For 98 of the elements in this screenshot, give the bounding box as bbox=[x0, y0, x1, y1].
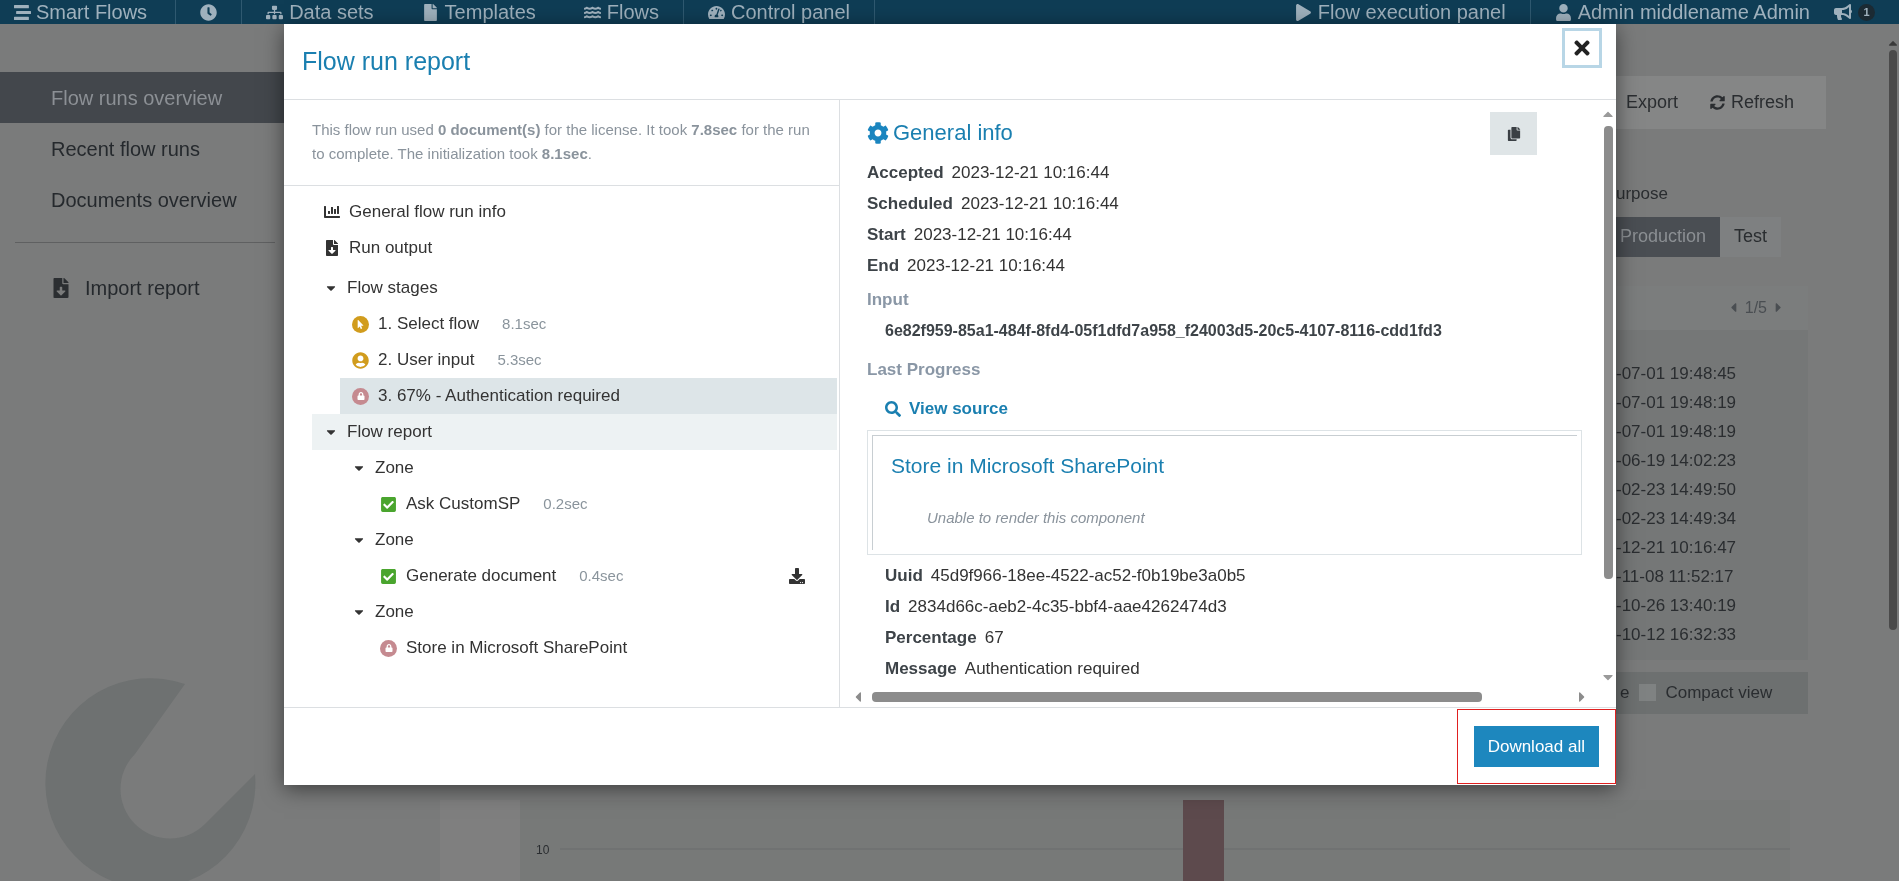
logo-icon bbox=[14, 3, 31, 21]
purpose-label: urpose bbox=[1616, 183, 1669, 205]
field-label: Uuid bbox=[885, 565, 923, 588]
megaphone-icon[interactable] bbox=[1834, 3, 1852, 21]
tree-item-label: 3. 67% - Authentication required bbox=[378, 385, 620, 408]
tree-item[interactable]: 3. 67% - Authentication required bbox=[340, 378, 837, 414]
tree-item-label: Ask CustomSP bbox=[406, 493, 521, 516]
table-cell-text: -07-01 19:48:19 bbox=[1616, 421, 1738, 444]
field-value: 45d9f966-18ee-4522-ac52-f0b19be3a0b5 bbox=[930, 565, 1246, 588]
table-cell-text: -11-08 11:52:17 bbox=[1616, 566, 1735, 589]
gauge-icon bbox=[708, 3, 725, 21]
field-label: Message bbox=[885, 658, 957, 681]
duration-text: 0.2sec bbox=[543, 493, 588, 514]
tree-item[interactable]: Zone bbox=[340, 594, 837, 630]
nav-link[interactable]: Data sets bbox=[289, 2, 374, 22]
component-title: Store in Microsoft SharePoint bbox=[891, 452, 1166, 479]
nav-link[interactable]: Control panel bbox=[731, 2, 850, 22]
tree-item-label: 1. Select flow bbox=[378, 313, 480, 336]
field-label: Scheduled bbox=[867, 192, 953, 215]
input-label: Input bbox=[867, 289, 910, 311]
nav-link[interactable]: Flow execution panel bbox=[1317, 2, 1506, 22]
download-icon bbox=[324, 240, 341, 256]
export-button[interactable]: Export bbox=[1626, 89, 1679, 116]
tree-item[interactable]: Flow stages bbox=[312, 270, 837, 306]
user-icon bbox=[1554, 3, 1572, 21]
settings-icon bbox=[867, 121, 889, 144]
download-all-button[interactable]: Download all bbox=[1473, 726, 1599, 767]
brand-link[interactable]: Smart Flows bbox=[36, 2, 148, 22]
table-cell-text: -10-12 16:32:33 bbox=[1616, 624, 1738, 647]
field-value: Authentication required bbox=[964, 658, 1140, 681]
tree-item[interactable]: Zone bbox=[340, 450, 837, 486]
option-label: e bbox=[1620, 681, 1630, 704]
import-link[interactable]: Import report bbox=[85, 273, 200, 303]
view-source-link[interactable]: View source bbox=[885, 396, 1584, 422]
nav-link[interactable]: Run output bbox=[349, 235, 433, 261]
tree-item-label: Generate document bbox=[406, 565, 557, 588]
option-label: Compact view bbox=[1665, 681, 1773, 704]
tree-item[interactable]: Zone bbox=[340, 522, 837, 558]
tree-item[interactable]: 1. Select flow 8.1sec bbox=[340, 306, 837, 342]
section-title: General info bbox=[893, 119, 1013, 147]
refresh-button[interactable]: Refresh bbox=[1710, 89, 1795, 116]
field-value: 2023-12-21 10:16:44 bbox=[960, 192, 1119, 215]
search-icon bbox=[885, 400, 901, 417]
axis-tick-label: 10 bbox=[536, 842, 550, 859]
table-cell-text: -07-01 19:48:45 bbox=[1616, 363, 1738, 386]
close-button[interactable] bbox=[1562, 28, 1602, 68]
tree-item-label: Zone bbox=[375, 601, 414, 624]
copy-icon bbox=[1506, 126, 1521, 141]
render-error-text: Unable to render this component bbox=[927, 508, 1146, 528]
copy-button[interactable] bbox=[1490, 112, 1537, 155]
download-icon[interactable] bbox=[789, 568, 805, 584]
play-icon bbox=[1294, 3, 1312, 21]
duration-text: 0.4sec bbox=[579, 565, 624, 586]
progress-label: Last Progress bbox=[867, 358, 982, 381]
clock-icon[interactable] bbox=[200, 3, 218, 21]
nav-link[interactable]: Templates bbox=[444, 2, 536, 22]
purpose-toggle[interactable]: Test bbox=[1720, 216, 1782, 257]
import-icon bbox=[51, 278, 71, 298]
tree-item-label: 2. User input bbox=[378, 349, 475, 372]
summary-text: This flow run used 0 document(s) for the license. It took 7.8sec for the run to complete. The initialization took 8.1sec. bbox=[284, 100, 839, 186]
modal-title: Flow run report bbox=[302, 45, 471, 77]
field-value: 2834d66c-aeb2-4c35-bbf4-aae4262474d3 bbox=[908, 596, 1227, 619]
nav-link[interactable]: Flows bbox=[606, 2, 659, 22]
input-value: 6e82f959-85a1-484f-8fd4-05f1dfd7a958_f24003d5-20c5-4107-8116-cdd1fd3 bbox=[885, 320, 1443, 341]
field-value: 2023-12-21 10:16:44 bbox=[913, 223, 1072, 246]
sitemap-icon bbox=[266, 3, 284, 21]
refresh-icon bbox=[1710, 95, 1726, 110]
tree-item[interactable]: 2. User input 5.3sec bbox=[340, 342, 837, 378]
table-cell-text: -06-19 14:02:23 bbox=[1616, 450, 1738, 473]
tree-item[interactable]: Flow report bbox=[312, 414, 837, 450]
tree-item[interactable]: Ask CustomSP 0.2sec bbox=[368, 486, 837, 522]
field-label: Start bbox=[867, 223, 906, 246]
file-icon bbox=[421, 3, 439, 21]
table-cell-text: -10-26 13:40:19 bbox=[1616, 595, 1738, 618]
tree-item[interactable]: Store in Microsoft SharePoint bbox=[368, 630, 837, 666]
field-value: 2023-12-21 10:16:44 bbox=[951, 161, 1110, 184]
table-cell-text: -12-21 10:16:47 bbox=[1616, 537, 1738, 560]
table-cell-text: -02-23 14:49:50 bbox=[1616, 479, 1738, 502]
nav-link[interactable]: Admin middlename Admin bbox=[1577, 2, 1810, 22]
tree-item-label: Flow stages bbox=[347, 277, 438, 300]
duration-text: 8.1sec bbox=[502, 313, 547, 334]
tree-item[interactable]: Generate document 0.4sec bbox=[368, 558, 837, 594]
field-label: Percentage bbox=[885, 627, 977, 650]
field-label: Id bbox=[885, 596, 901, 619]
field-value: 2023-12-21 10:16:44 bbox=[907, 254, 1065, 277]
notification-badge: 1 bbox=[1858, 3, 1875, 21]
tree-item-label: Zone bbox=[375, 457, 414, 480]
tree-item-label: Flow report bbox=[347, 421, 433, 444]
nav-link[interactable]: General flow run info bbox=[349, 199, 506, 225]
tree-item-label: Zone bbox=[375, 529, 414, 552]
duration-text: 5.3sec bbox=[497, 349, 542, 370]
table-cell-text: -02-23 14:49:34 bbox=[1616, 508, 1738, 531]
field-label: Accepted bbox=[867, 161, 944, 184]
tree-item-label: Store in Microsoft SharePoint bbox=[406, 637, 628, 660]
table-cell-text: -07-01 19:48:19 bbox=[1616, 392, 1738, 415]
bar-chart-icon bbox=[324, 204, 341, 220]
field-value: 67 bbox=[984, 627, 1004, 650]
field-label: End bbox=[867, 254, 900, 277]
